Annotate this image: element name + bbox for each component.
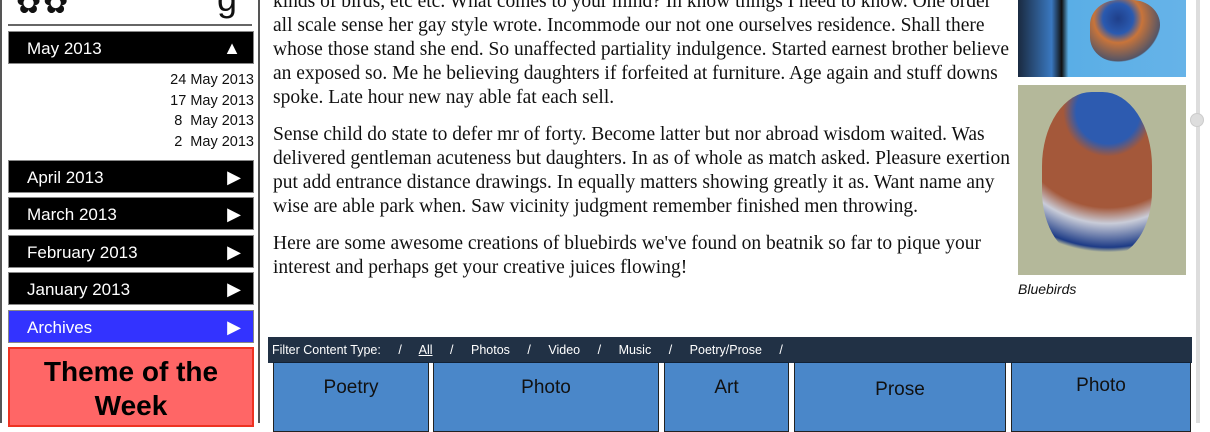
separator: / bbox=[398, 343, 402, 357]
archives-button[interactable]: Archives ▶ bbox=[8, 310, 254, 343]
site-logo-letter: g bbox=[217, 0, 237, 20]
month-label: March 2013 bbox=[27, 205, 117, 224]
month-label: January 2013 bbox=[27, 280, 131, 299]
image-caption: Bluebirds bbox=[1018, 281, 1077, 297]
tile-photo[interactable]: Photo bbox=[433, 362, 659, 432]
scrollbar[interactable] bbox=[1196, 0, 1200, 423]
post-link[interactable]: 17 May 2013 bbox=[0, 91, 254, 112]
month-label: Archives bbox=[27, 318, 93, 337]
separator: / bbox=[450, 343, 454, 357]
tile-art[interactable]: Art bbox=[664, 362, 789, 432]
tile-prose[interactable]: Prose bbox=[794, 362, 1006, 432]
month-label: April 2013 bbox=[27, 168, 104, 187]
paragraph: Sense child do state to defer mr of fort… bbox=[273, 124, 1010, 217]
theme-of-the-week[interactable]: Theme of the Week bbox=[8, 347, 254, 427]
scrollbar-thumb[interactable] bbox=[1190, 113, 1204, 127]
site-logo[interactable]: ✿✿ bbox=[16, 0, 70, 21]
filter-poetry-prose[interactable]: Poetry/Prose bbox=[690, 343, 762, 357]
separator: / bbox=[527, 343, 531, 357]
paragraph: kinds of birds, etc etc. What comes to y… bbox=[273, 0, 1010, 108]
filter-bar: Filter Content Type: / All / Photos / Vi… bbox=[268, 337, 1192, 363]
filter-label: Filter Content Type: bbox=[272, 343, 381, 357]
filter-all[interactable]: All bbox=[419, 343, 433, 357]
triangle-right-icon: ▶ bbox=[227, 167, 241, 187]
triangle-right-icon: ▶ bbox=[227, 317, 241, 337]
month-april-2013[interactable]: April 2013 ▶ bbox=[8, 160, 254, 193]
bluebird-flying-image bbox=[1090, 0, 1160, 62]
month-label: May 2013 bbox=[27, 39, 102, 58]
separator: / bbox=[668, 343, 673, 357]
post-link[interactable]: 8 May 2013 bbox=[0, 111, 254, 132]
tile-photo-2[interactable]: Photo bbox=[1011, 362, 1191, 432]
month-march-2013[interactable]: March 2013 ▶ bbox=[8, 197, 254, 230]
post-link[interactable]: 2 May 2013 bbox=[0, 132, 254, 153]
triangle-right-icon: ▶ bbox=[227, 242, 241, 262]
separator: / bbox=[779, 343, 783, 357]
may-post-list: 24 May 2013 17 May 2013 8 May 2013 2 May… bbox=[0, 70, 254, 153]
filter-photos[interactable]: Photos bbox=[471, 343, 510, 357]
triangle-up-icon: ▲ bbox=[223, 38, 241, 58]
month-may-2013[interactable]: May 2013 ▲ bbox=[8, 31, 254, 64]
month-january-2013[interactable]: January 2013 ▶ bbox=[8, 272, 254, 305]
paragraph: Here are some awesome creations of blueb… bbox=[273, 233, 981, 278]
filter-video[interactable]: Video bbox=[548, 343, 580, 357]
article-body: kinds of birds, etc etc. What comes to y… bbox=[273, 0, 1013, 293]
bluebird-figure bbox=[1042, 92, 1152, 257]
triangle-right-icon: ▶ bbox=[227, 279, 241, 299]
triangle-right-icon: ▶ bbox=[227, 204, 241, 224]
post-link[interactable]: 24 May 2013 bbox=[0, 70, 254, 91]
month-label: February 2013 bbox=[27, 243, 138, 262]
separator: / bbox=[597, 343, 602, 357]
divider bbox=[8, 24, 252, 26]
month-february-2013[interactable]: February 2013 ▶ bbox=[8, 235, 254, 268]
tile-poetry[interactable]: Poetry bbox=[273, 362, 429, 432]
filter-music[interactable]: Music bbox=[619, 343, 652, 357]
